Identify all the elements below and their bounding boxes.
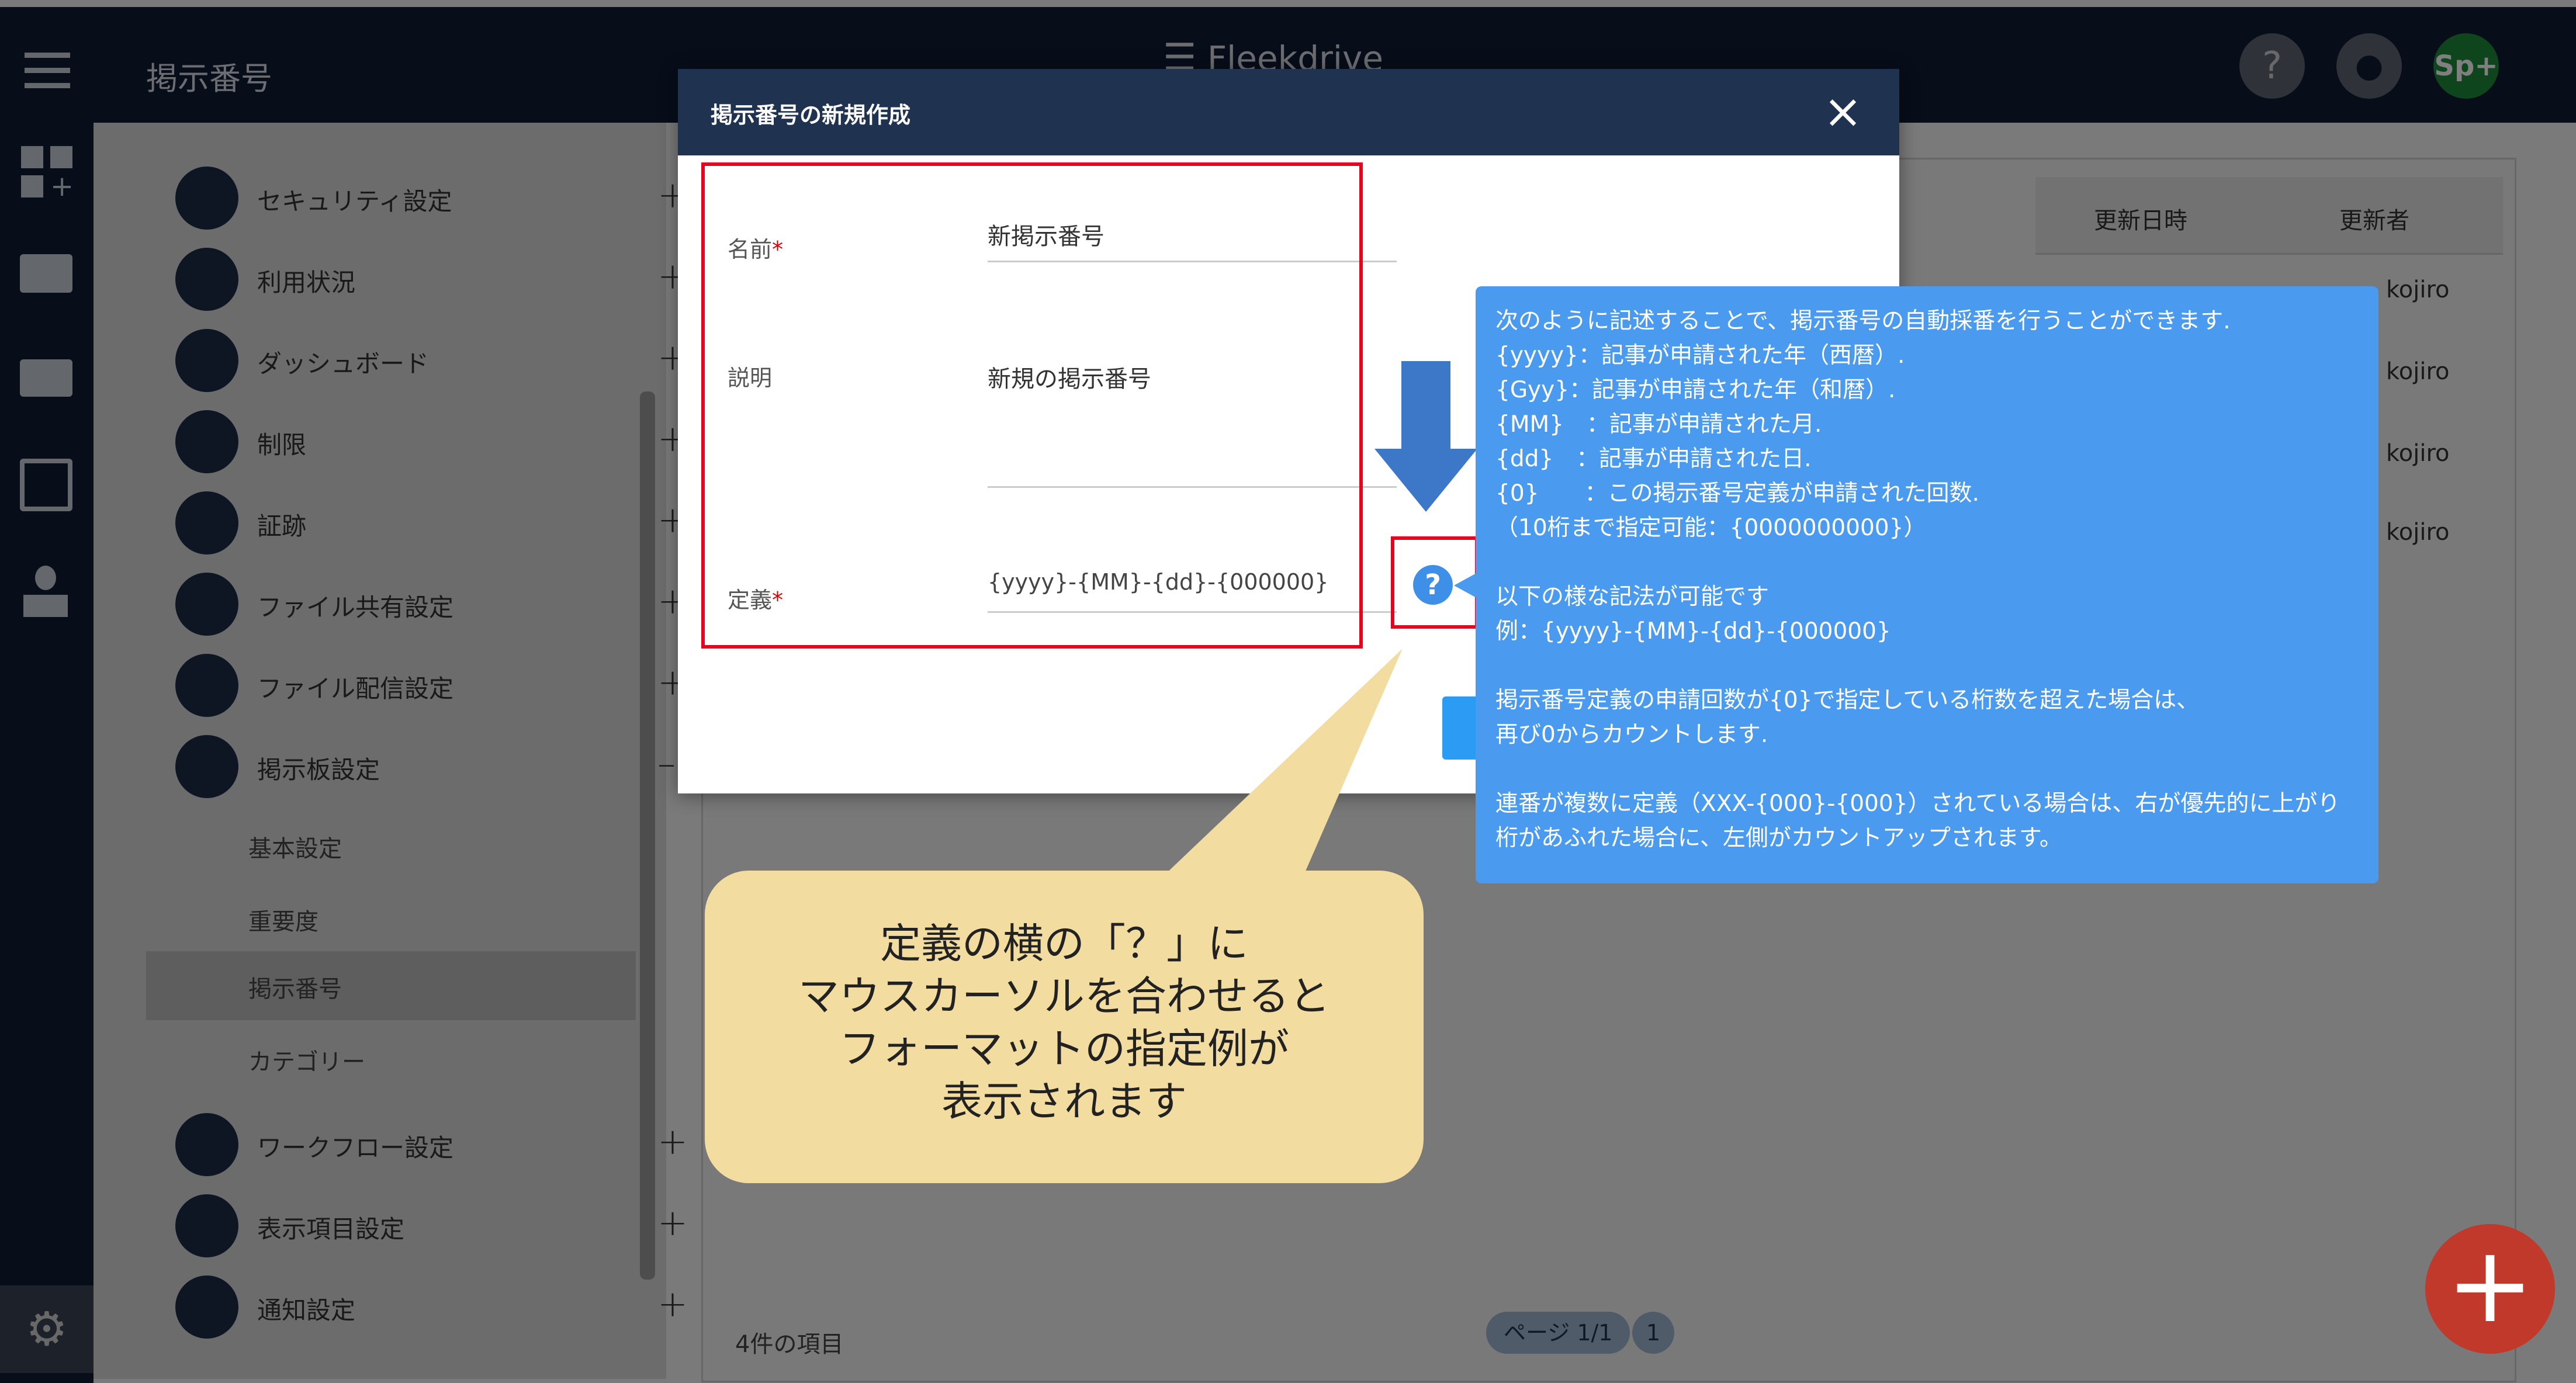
- callout-pointer: [1163, 649, 1403, 876]
- callout-line: 表示されます: [941, 1077, 1187, 1125]
- tooltip-line: [1495, 752, 2359, 786]
- tooltip-line: {MM} ：記事が申請された月.: [1495, 411, 1822, 438]
- callout-line: フォーマットの指定例が: [839, 1025, 1289, 1073]
- arrow-down-icon: [1374, 361, 1477, 512]
- tooltip-line: {yyyy}：記事が申請された年（西暦）.: [1495, 342, 1905, 369]
- modal-header: 掲示番号の新規作成 ×: [678, 69, 1899, 155]
- callout-line: マウスカーソルを合わせると: [798, 972, 1330, 1020]
- tooltip-line: {0} ：この掲示番号定義が申請された回数.: [1495, 480, 1979, 507]
- tooltip-line: 桁があふれた場合に、左側がカウントアップされます。: [1495, 825, 2062, 851]
- tooltip-line: 例：{yyyy}-{MM}-{dd}-{000000}: [1495, 618, 1891, 644]
- highlight-box-fields: [701, 162, 1363, 649]
- tooltip-line: [1495, 545, 2359, 580]
- add-fab-button[interactable]: +: [2425, 1224, 2555, 1354]
- tooltip-line: {Gyy}：記事が申請された年（和暦）.: [1495, 377, 1896, 403]
- tooltip-line: 次のように記述することで、掲示番号の自動採番を行うことができます.: [1495, 308, 2231, 334]
- tooltip-pointer: [1454, 573, 1477, 598]
- tooltip-line: 連番が複数に定義（XXX-{000}-{000}）されている場合は、右が優先的に…: [1495, 791, 2340, 817]
- tooltip-line: （10桁まで指定可能：{0000000000}）: [1495, 515, 1927, 541]
- tooltip-line: 再び0からカウントします.: [1495, 722, 1768, 748]
- definition-help-tooltip: 次のように記述することで、掲示番号の自動採番を行うことができます. {yyyy}…: [1476, 286, 2378, 883]
- tooltip-line: {dd} ：記事が申請された日.: [1495, 446, 1812, 472]
- annotation-callout: 定義の横の「？」に マウスカーソルを合わせると フォーマットの指定例が 表示され…: [705, 871, 1424, 1183]
- callout-line: 定義の横の「？」に: [880, 920, 1248, 968]
- close-icon[interactable]: ×: [1823, 85, 1862, 138]
- tooltip-line: 以下の様な記法が可能です: [1495, 584, 1770, 610]
- tooltip-line: 掲示番号定義の申請回数が{0}で指定している桁数を超えた場合は、: [1495, 687, 2200, 713]
- tooltip-line: [1495, 649, 2359, 683]
- modal-title: 掲示番号の新規作成: [711, 102, 911, 128]
- save-button[interactable]: [1442, 696, 1477, 760]
